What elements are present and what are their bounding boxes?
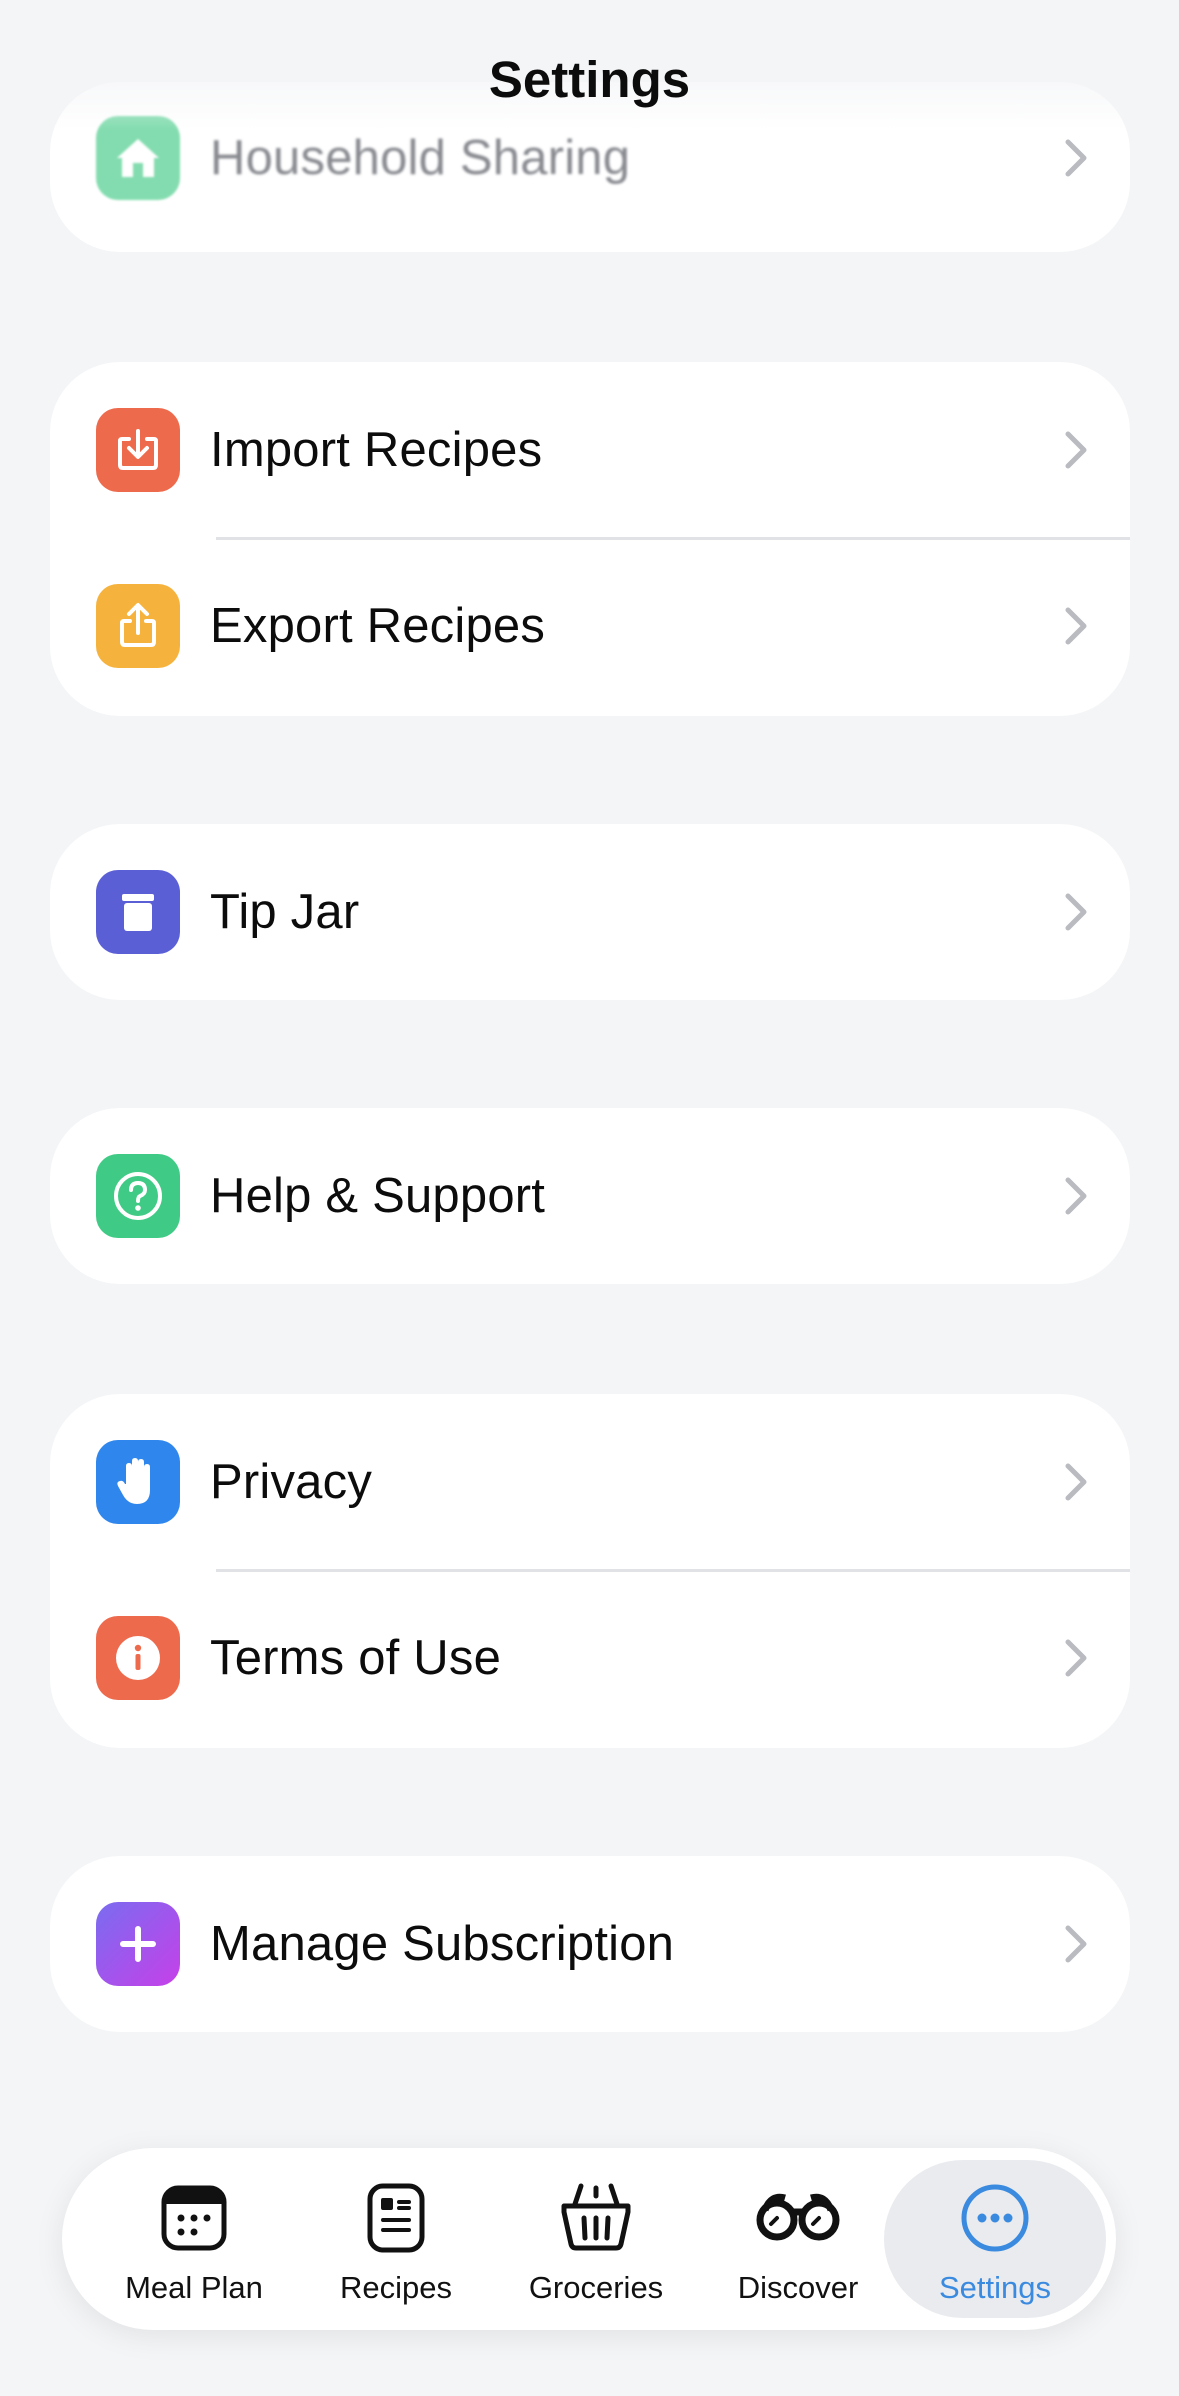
chevron-right-icon	[1065, 1639, 1087, 1677]
tip-jar-label: Tip Jar	[210, 885, 360, 939]
export-recipes-label: Export Recipes	[210, 599, 546, 653]
hand-raised-icon	[96, 1440, 180, 1524]
help-group: Help & Support	[50, 1108, 1130, 1284]
subscription-group: Manage Subscription	[50, 1856, 1130, 2032]
info-circle-icon	[96, 1616, 180, 1700]
terms-of-use-row[interactable]: Terms of Use	[50, 1570, 1130, 1746]
question-circle-icon	[96, 1154, 180, 1238]
basket-icon	[561, 2183, 631, 2251]
chevron-right-icon	[1065, 607, 1087, 645]
chevron-right-icon	[1065, 1925, 1087, 1963]
recipe-card-icon	[367, 2183, 425, 2253]
export-recipes-row[interactable]: Export Recipes	[50, 538, 1130, 714]
tip-jar-row[interactable]: Tip Jar	[50, 824, 1130, 1000]
jar-icon	[96, 870, 180, 954]
ellipsis-circle-icon	[961, 2184, 1029, 2252]
top-fade	[0, 0, 1179, 130]
settings-screen: Settings Household Sharing Import Recipe…	[0, 0, 1179, 2396]
tab-bar: Meal Plan Recipes Groceries Discover Set…	[62, 2148, 1116, 2330]
tipjar-group: Tip Jar	[50, 824, 1130, 1000]
plus-icon	[96, 1902, 180, 1986]
privacy-row[interactable]: Privacy	[50, 1394, 1130, 1570]
help-support-label: Help & Support	[210, 1169, 546, 1223]
import-recipes-row[interactable]: Import Recipes	[50, 362, 1130, 538]
share-icon	[96, 584, 180, 668]
privacy-label: Privacy	[210, 1455, 373, 1509]
legal-group: Privacy Terms of Use	[50, 1394, 1130, 1748]
chevron-right-icon	[1065, 1463, 1087, 1501]
chevron-right-icon	[1065, 139, 1087, 177]
manage-subscription-row[interactable]: Manage Subscription	[50, 1856, 1130, 2032]
tab-label: Settings	[938, 2270, 1051, 2305]
calendar-icon	[161, 2185, 227, 2251]
tab-groceries[interactable]: Groceries	[496, 2160, 696, 2318]
chevron-right-icon	[1065, 431, 1087, 469]
tab-settings[interactable]: Settings	[884, 2160, 1106, 2318]
manage-subscription-label: Manage Subscription	[210, 1917, 675, 1971]
chevron-right-icon	[1065, 893, 1087, 931]
recipes-io-group: Import Recipes Export Recipes	[50, 362, 1130, 716]
import-tray-icon	[96, 408, 180, 492]
terms-of-use-label: Terms of Use	[210, 1631, 502, 1685]
chevron-right-icon	[1065, 1177, 1087, 1215]
import-recipes-label: Import Recipes	[210, 423, 543, 477]
tab-recipes[interactable]: Recipes	[296, 2160, 496, 2318]
help-support-row[interactable]: Help & Support	[50, 1108, 1130, 1284]
tab-meal-plan[interactable]: Meal Plan	[94, 2160, 294, 2318]
binoculars-icon	[756, 2193, 840, 2241]
